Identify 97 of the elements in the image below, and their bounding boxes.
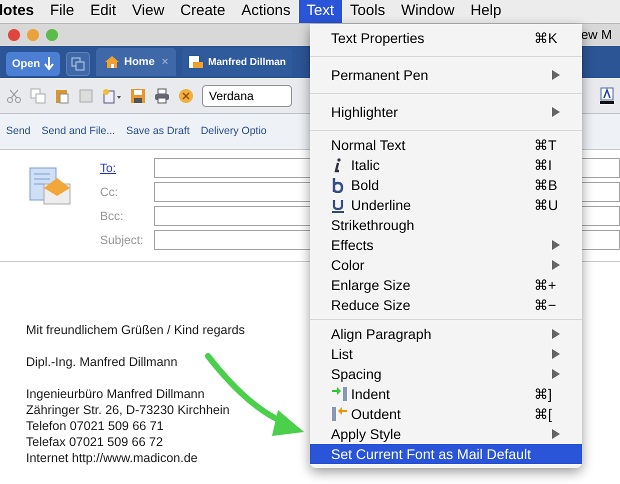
menu-item[interactable]: Enlarge Size ⌘+: [310, 275, 582, 295]
shortcut-label: ⌘U: [534, 196, 560, 214]
action-link[interactable]: Send: [6, 124, 31, 140]
copy-icon[interactable]: [30, 88, 46, 104]
font-color-icon[interactable]: [600, 86, 614, 104]
menu-title[interactable]: Edit: [82, 0, 124, 23]
menu-item-label: Normal Text: [331, 136, 406, 154]
shortcut-label: ⌘T: [534, 136, 558, 154]
menu-item[interactable]: Effects: [310, 235, 582, 255]
font-field[interactable]: Verdana: [202, 84, 292, 106]
menu-item[interactable]: Reduce Size ⌘−: [310, 295, 582, 315]
menu-item[interactable]: Apply Style: [310, 424, 582, 444]
shortcut-label: ⌘]: [534, 384, 553, 404]
shortcut-label: ⌘B: [534, 176, 558, 194]
home-tab[interactable]: Home ×: [96, 48, 176, 76]
menu-item-label: Text Properties: [331, 28, 426, 48]
menu-item-label: Highlighter: [331, 102, 399, 122]
action-link[interactable]: Send and File...: [42, 124, 116, 140]
menu-item-label: Underline: [351, 196, 412, 214]
menu-item-label: Strikethrough: [331, 216, 416, 235]
close-window-button[interactable]: [8, 29, 20, 41]
copy-tab-button[interactable]: [66, 52, 90, 76]
window-title: ew M: [580, 26, 612, 44]
underline-icon: [331, 197, 345, 213]
menu-item[interactable]: Color: [310, 255, 582, 275]
action-link[interactable]: Save as Draft: [126, 124, 190, 140]
field-label: Subject:: [100, 232, 144, 249]
shortcut-label: ⌘−: [534, 296, 558, 314]
cancel-icon[interactable]: [178, 88, 194, 104]
bold-icon: [331, 177, 345, 193]
menu-title[interactable]: Create: [172, 0, 234, 23]
menu-item[interactable]: Spacing: [310, 364, 582, 384]
menu-title[interactable]: Text: [298, 0, 342, 23]
scissors-icon[interactable]: [6, 88, 22, 104]
action-link[interactable]: Delivery Optio: [200, 124, 267, 140]
menu-item-label: Bold: [351, 176, 380, 194]
save-icon[interactable]: [130, 88, 146, 104]
menu-item[interactable]: Highlighter: [310, 98, 582, 126]
menu-item-label: Spacing: [331, 364, 383, 384]
menu-item-label: Outdent: [351, 404, 402, 424]
paste-special-icon[interactable]: [78, 88, 94, 104]
print-icon[interactable]: [154, 88, 170, 104]
menu-item-label: Italic: [351, 156, 381, 174]
field-label: Cc:: [100, 184, 119, 201]
outdent-icon: [331, 406, 349, 422]
menu-title[interactable]: Help: [462, 0, 510, 23]
menu-item[interactable]: Permanent Pen: [310, 61, 582, 89]
address-line: Internet http://www.madicon.de: [26, 450, 198, 466]
menu-item-label: Align Paragraph: [331, 324, 432, 344]
open-button[interactable]: Open: [6, 52, 60, 76]
menu-item-label: List: [331, 344, 354, 364]
menu-title[interactable]: View: [124, 0, 172, 23]
menu-item-label: Permanent Pen: [331, 66, 430, 84]
menu-item[interactable]: List: [310, 344, 582, 364]
menu-item[interactable]: Indent ⌘]: [310, 384, 582, 404]
menu-item[interactable]: Strikethrough: [310, 215, 582, 235]
address-line: Telefon 07021 509 66 71: [26, 418, 164, 434]
address-line: Zähringer Str. 26, D-73230 Kirchhein: [26, 402, 230, 418]
menu-item[interactable]: Text Properties ⌘K: [310, 24, 582, 52]
envelope-icon: [188, 55, 204, 69]
menu-title[interactable]: File: [42, 0, 82, 23]
menu-item-label: Color: [331, 256, 366, 274]
menu-item[interactable]: Outdent ⌘[: [310, 404, 582, 424]
menu-item-label: Indent: [351, 384, 391, 404]
menu-item-label: Effects: [331, 236, 375, 254]
menu-item[interactable]: Align Paragraph: [310, 324, 582, 344]
menu-item[interactable]: Normal Text ⌘T: [310, 135, 582, 155]
menu-item[interactable]: Set Current Font as Mail Default: [310, 444, 582, 464]
field-label: Bcc:: [100, 208, 124, 225]
shortcut-label: ⌘I: [534, 156, 553, 174]
menu-title[interactable]: Tools: [342, 0, 394, 23]
signature-name: Dipl.-Ing. Manfred Dillmann: [26, 354, 178, 370]
shortcut-label: ⌘[: [534, 404, 553, 424]
menu-item-label: Enlarge Size: [331, 276, 412, 295]
house-icon: [104, 55, 120, 69]
copy-icon: [71, 57, 86, 71]
download-arrow-icon: [44, 57, 54, 71]
shortcut-label: ⌘+: [534, 276, 558, 294]
menu-item-label: Set Current Font as Mail Default: [331, 444, 532, 464]
menu-title[interactable]: Actions: [233, 0, 299, 23]
address-line: Telefax 07021 509 66 72: [26, 434, 163, 450]
memo-envelope-icon: [28, 166, 72, 206]
menu-item[interactable]: Bold ⌘B: [310, 175, 582, 195]
menu-title[interactable]: Window: [393, 0, 462, 23]
shortcut-label: ⌘K: [534, 28, 558, 48]
paste-icon[interactable]: [54, 88, 70, 104]
address-line: Ingenieurbüro Manfred Dillmann: [26, 386, 205, 402]
mail-tab[interactable]: Manfred Dillman: [182, 48, 292, 76]
greeting-text: Mit freundlichem Grüßen / Kind regards: [26, 322, 245, 338]
menu-item[interactable]: Underline ⌘U: [310, 195, 582, 215]
menu-item-label: Apply Style: [331, 424, 402, 444]
indent-icon: [331, 386, 349, 402]
menu-title[interactable]: lotes: [0, 0, 42, 23]
new-document-icon[interactable]: [102, 88, 122, 104]
menu-item[interactable]: Italic ⌘I: [310, 155, 582, 175]
field-label[interactable]: To:: [100, 159, 150, 177]
menu-item-label: Reduce Size: [331, 296, 412, 314]
